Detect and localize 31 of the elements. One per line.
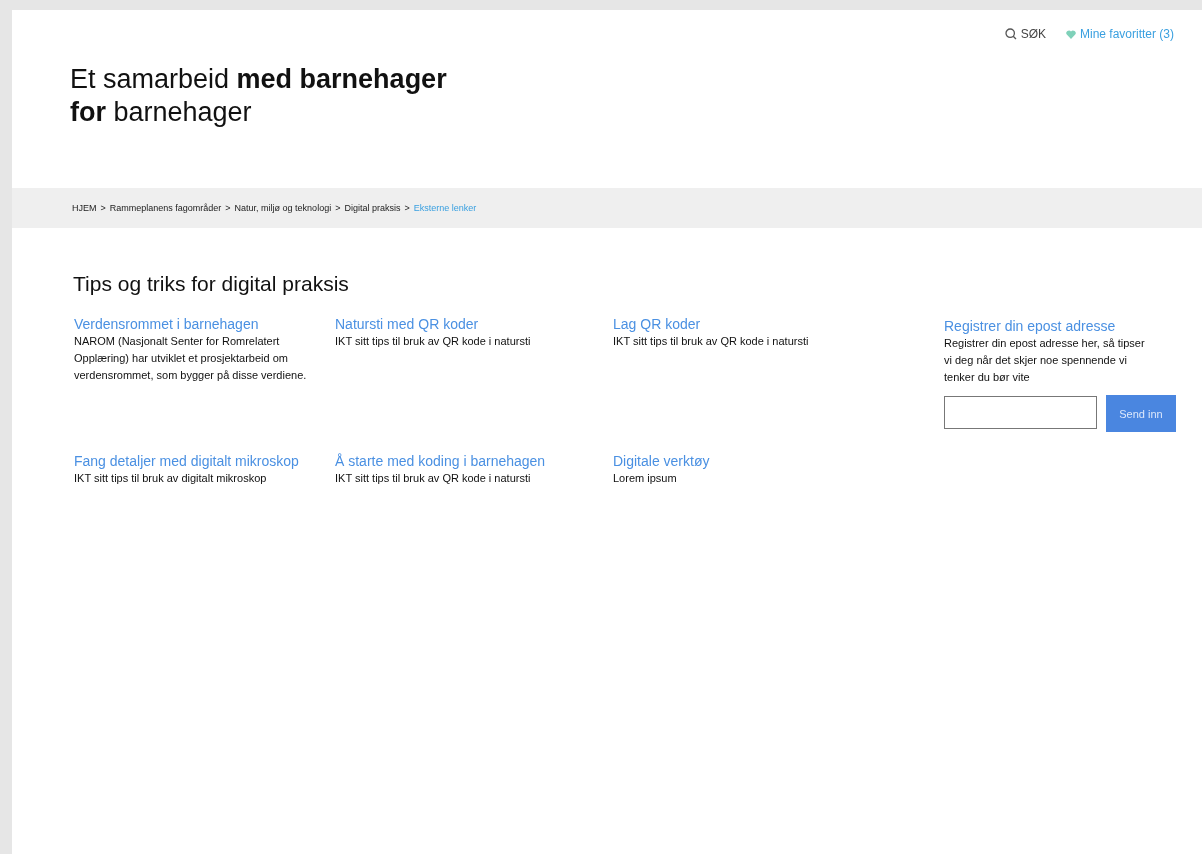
- email-field[interactable]: [944, 396, 1097, 429]
- card-title-link[interactable]: Natursti med QR koder: [335, 316, 573, 333]
- site-tagline: Et samarbeid med barnehager for barnehager: [70, 63, 448, 129]
- breadcrumb-link[interactable]: HJEM: [72, 203, 97, 213]
- breadcrumb-separator: >: [100, 203, 106, 213]
- breadcrumb-link[interactable]: Digital praksis: [344, 203, 401, 213]
- heart-icon: [1065, 29, 1076, 39]
- card-description: IKT sitt tips til bruk av QR kode i natursti: [335, 334, 532, 349]
- card-title-link[interactable]: Å starte med koding i barnehagen: [335, 453, 573, 470]
- send-button[interactable]: Send inn: [1106, 395, 1176, 432]
- search-icon: [1004, 28, 1017, 40]
- card-description: IKT sitt tips til bruk av QR kode i natursti: [613, 334, 810, 349]
- card-title-link[interactable]: Digitale verktøy: [613, 453, 851, 470]
- signup-title: Registrer din epost adresse: [944, 318, 1117, 335]
- card-title-link[interactable]: Verdensrommet i barnehagen: [74, 316, 312, 333]
- search-link[interactable]: SØK: [1004, 27, 1046, 41]
- breadcrumb-separator: >: [335, 203, 341, 213]
- card-description: NAROM (Nasjonalt Senter for Romrelatert Opplæring) har utviklet et prosjektarbeid om verdensrommet, som bygger på disse verdiene.: [74, 334, 308, 383]
- favorites-link[interactable]: Mine favoritter (3): [1065, 27, 1174, 41]
- breadcrumb-separator: >: [404, 203, 410, 213]
- breadcrumb-separator: >: [225, 203, 231, 213]
- card-description: IKT sitt tips til bruk av QR kode i natursti: [335, 471, 532, 486]
- section-heading: Tips og triks for digital praksis: [73, 272, 350, 296]
- card-description: Lorem ipsum: [613, 471, 678, 486]
- breadcrumb-link[interactable]: Natur, miljø og teknologi: [234, 203, 332, 213]
- signup-description: Registrer din epost adresse her, så tipser vi deg når det skjer noe spennende vi tenker du bør vite: [944, 336, 1146, 385]
- breadcrumb-link[interactable]: Rammeplanens fagområder: [109, 203, 222, 213]
- card-title-link[interactable]: Fang detaljer med digitalt mikroskop: [74, 453, 312, 470]
- card-title-link[interactable]: Lag QR koder: [613, 316, 851, 333]
- card-description: IKT sitt tips til bruk av digitalt mikroskop: [74, 471, 268, 486]
- breadcrumb-current[interactable]: Eksterne lenker: [413, 203, 477, 213]
